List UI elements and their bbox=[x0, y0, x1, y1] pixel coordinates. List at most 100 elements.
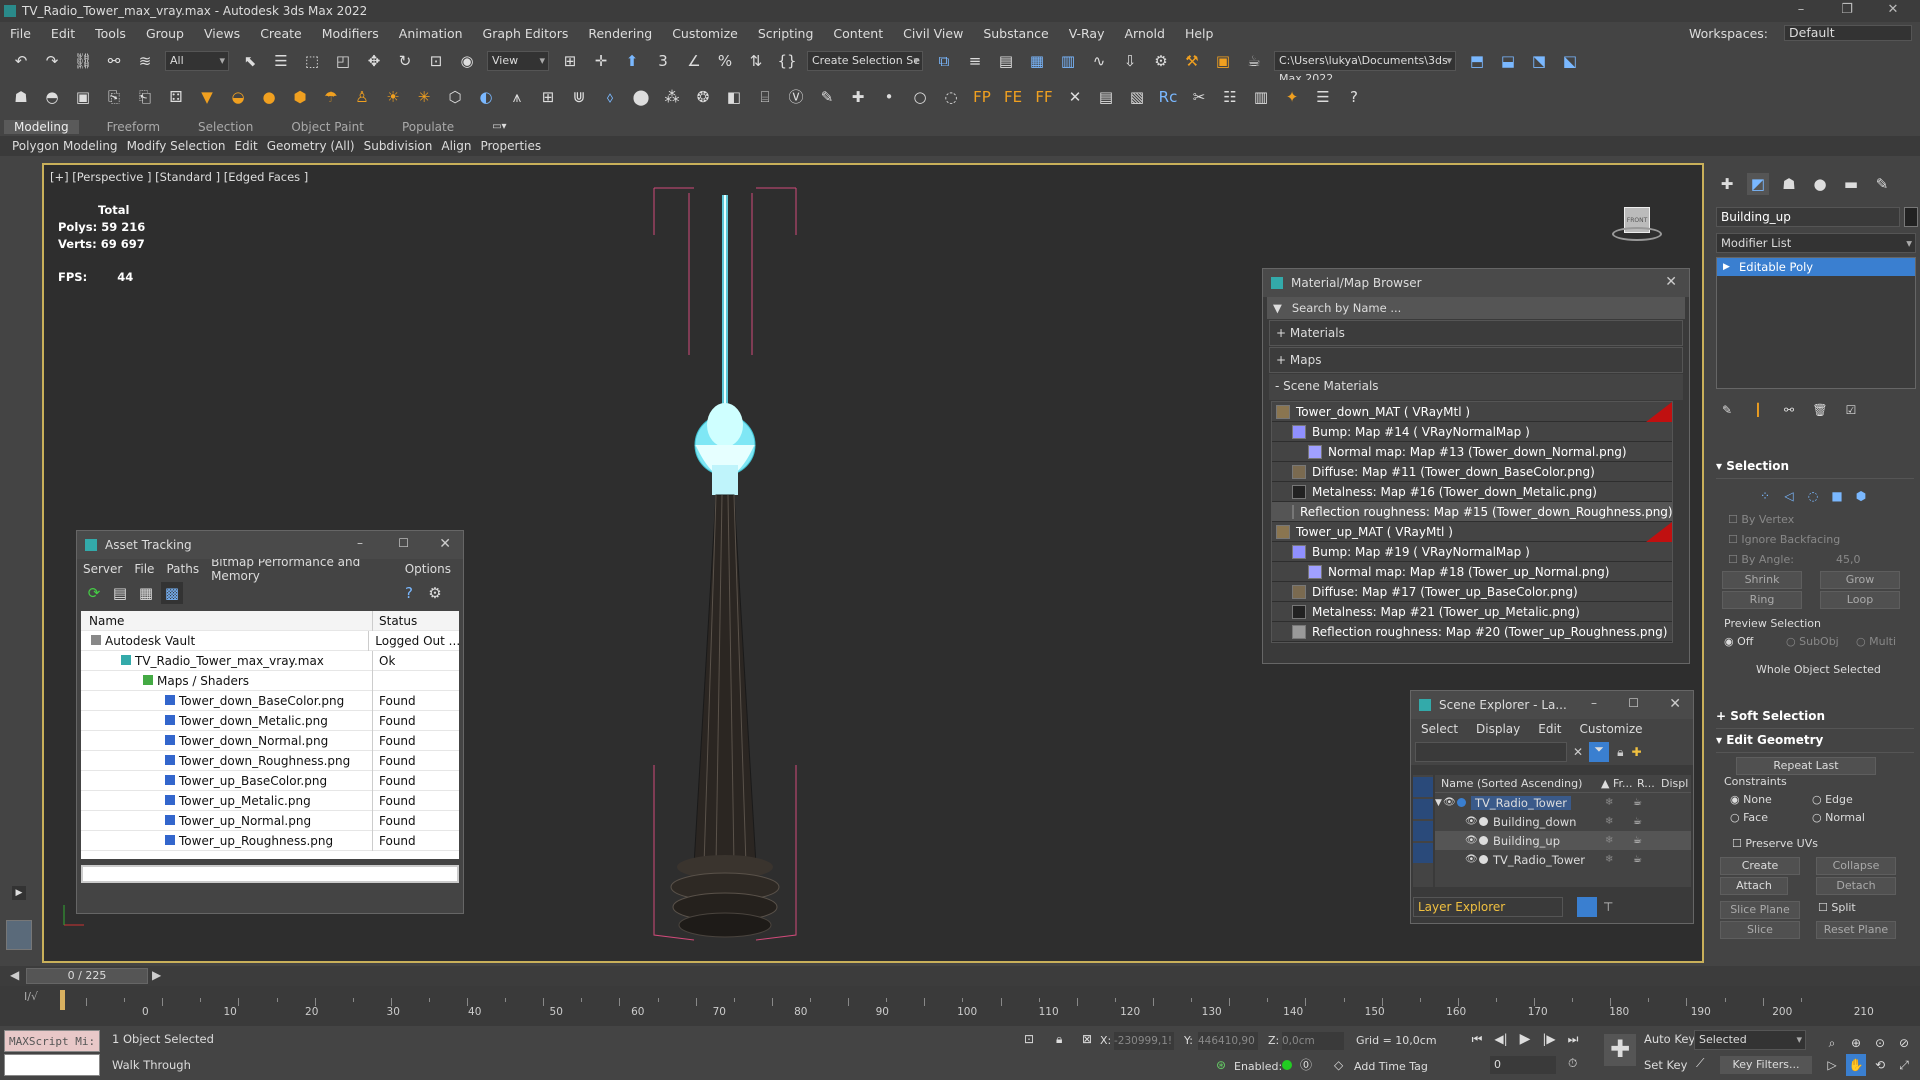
maximize-viewport-icon[interactable]: ⤢ bbox=[1894, 1054, 1914, 1076]
repeat-last-button[interactable]: Repeat Last bbox=[1736, 757, 1876, 775]
zoom-extents-all-icon[interactable]: ⊘ bbox=[1894, 1032, 1914, 1054]
rotate-icon[interactable]: ↻ bbox=[394, 50, 416, 72]
x-coordinate[interactable]: -230999,1! bbox=[1114, 1032, 1174, 1050]
ambient-light-icon[interactable]: ♙ bbox=[351, 86, 373, 108]
fov-icon[interactable]: ▷ bbox=[1822, 1054, 1842, 1076]
grass-icon[interactable]: ⋓ bbox=[568, 86, 590, 108]
ring-button[interactable]: Ring bbox=[1722, 591, 1802, 609]
display-cameras-icon[interactable] bbox=[1413, 843, 1433, 863]
vfb-icon[interactable]: ⎗ bbox=[134, 86, 156, 108]
table-view-icon[interactable]: ▦ bbox=[135, 582, 157, 604]
asset-path-field[interactable] bbox=[81, 865, 459, 883]
toolbar-extra-2-icon[interactable]: ⬓ bbox=[1497, 50, 1519, 72]
ribbon-tab-modeling[interactable]: Modeling bbox=[4, 119, 79, 134]
edge-level-icon[interactable]: ◁ bbox=[1778, 485, 1800, 507]
spark-icon[interactable]: ✦ bbox=[1281, 86, 1303, 108]
go-to-end-icon[interactable]: ⏭ bbox=[1562, 1028, 1584, 1050]
layer-explorer-dropdown[interactable]: Layer Explorer bbox=[1413, 897, 1563, 917]
expand-triangle-icon[interactable]: ▶ bbox=[1723, 258, 1730, 276]
scatter-icon[interactable]: ⌸ bbox=[754, 86, 776, 108]
keyboard-shortcut-icon[interactable]: ⬆ bbox=[621, 50, 643, 72]
col-status-header[interactable]: Status bbox=[373, 614, 417, 628]
proxy-icon[interactable]: ⬡ bbox=[444, 86, 466, 108]
add-time-tag[interactable]: Add Time Tag bbox=[1354, 1060, 1428, 1073]
enabled-indicator-icon[interactable] bbox=[1282, 1060, 1292, 1070]
scene-tree-row[interactable]: 👁︎ TV_Radio_Tower ❄ ☕ bbox=[1435, 850, 1691, 869]
unlink-icon[interactable]: ⚯ bbox=[103, 50, 125, 72]
se-menu-select[interactable]: Select bbox=[1421, 722, 1458, 736]
redo-icon[interactable]: ↷ bbox=[41, 50, 63, 72]
border-level-icon[interactable]: ◌ bbox=[1802, 485, 1824, 507]
configure-sets-icon[interactable]: ☑ bbox=[1840, 399, 1862, 421]
wrench-tool-icon[interactable]: ✂ bbox=[1188, 86, 1210, 108]
named-selection-dropdown[interactable]: Create Selection Se bbox=[807, 50, 923, 71]
vray-logo-icon[interactable]: Ⓥ bbox=[785, 86, 807, 108]
ribbon-panel-subdivision[interactable]: Subdivision bbox=[364, 139, 433, 153]
mb-close-icon[interactable]: ✕ bbox=[1665, 274, 1677, 290]
link-icon[interactable]: ⛓ bbox=[72, 50, 94, 72]
curve-editor-icon[interactable]: ∿ bbox=[1088, 50, 1110, 72]
hierarchy-tab-icon[interactable]: ☗ bbox=[1778, 173, 1800, 195]
menu-tools[interactable]: Tools bbox=[85, 26, 136, 41]
modifier-editable-poly[interactable]: ▶ Editable Poly bbox=[1717, 258, 1915, 276]
material-search-field[interactable]: ▼ Search by Name ... bbox=[1267, 297, 1685, 319]
asset-row[interactable]: Autodesk Vault Logged Out ... bbox=[81, 630, 459, 651]
help-question-icon[interactable]: ? bbox=[398, 582, 420, 604]
map-entry[interactable]: Bump: Map #14 ( VRayNormalMap ) bbox=[1272, 422, 1672, 442]
menu-views[interactable]: Views bbox=[194, 26, 250, 41]
material-entry[interactable]: Tower_up_MAT ( VRayMtl ) bbox=[1272, 522, 1672, 542]
se-menu-customize[interactable]: Customize bbox=[1580, 722, 1643, 736]
sky-icon[interactable]: ✳ bbox=[413, 86, 435, 108]
fp-icon[interactable]: FP bbox=[971, 86, 993, 108]
map-entry[interactable]: Normal map: Map #18 (Tower_up_Normal.png… bbox=[1272, 562, 1672, 582]
grid-object-icon[interactable]: ⊞ bbox=[537, 86, 559, 108]
asset-row[interactable]: Tower_down_Roughness.png Found bbox=[81, 750, 459, 771]
display-geometry-icon[interactable] bbox=[1413, 799, 1433, 819]
visibility-eye-icon[interactable]: 👁︎ bbox=[1465, 835, 1478, 846]
workspaces-dropdown[interactable]: Default bbox=[1784, 25, 1912, 41]
show-end-result-icon[interactable]: ┃ bbox=[1747, 399, 1769, 421]
decal-icon[interactable]: ⬨ bbox=[599, 86, 621, 108]
renderable-icon[interactable]: ☕ bbox=[1633, 835, 1642, 846]
key-tangent-icon[interactable]: ⟋ bbox=[1696, 1056, 1704, 1071]
map-entry[interactable]: Diffuse: Map #17 (Tower_up_BaseColor.png… bbox=[1272, 582, 1672, 602]
toolbar-extra-4-icon[interactable]: ⬕ bbox=[1559, 50, 1581, 72]
frame-counter[interactable]: 0 / 225 bbox=[26, 968, 148, 984]
preview-subobj-radio[interactable]: ○ SubObj bbox=[1786, 635, 1839, 648]
sphere-light-icon[interactable]: ● bbox=[258, 86, 280, 108]
display-lights-icon[interactable] bbox=[1413, 821, 1433, 841]
menu-file[interactable]: File bbox=[0, 26, 41, 41]
menu-create[interactable]: Create bbox=[250, 26, 312, 41]
ribbon-panel-polygon-modeling[interactable]: Polygon Modeling bbox=[12, 139, 118, 153]
at-menu-server[interactable]: Server bbox=[83, 562, 122, 576]
scene-tree-row[interactable]: 👁︎ Building_up ❄ ☕ bbox=[1435, 831, 1691, 850]
go-to-start-icon[interactable]: ⏮ bbox=[1466, 1028, 1488, 1050]
ribbon-tab-selection[interactable]: Selection bbox=[198, 120, 253, 134]
time-tag-icon[interactable]: ◇ bbox=[1334, 1058, 1343, 1072]
rendered-frame-icon[interactable]: ▣ bbox=[1212, 50, 1234, 72]
at-menu-options[interactable]: Options bbox=[405, 562, 451, 576]
ignore-backfacing-checkbox[interactable]: ☐ Ignore Backfacing bbox=[1728, 533, 1840, 546]
se-close-icon[interactable]: ✕ bbox=[1669, 696, 1681, 712]
ies-light-icon[interactable]: ☂ bbox=[320, 86, 342, 108]
freeze-icon[interactable]: ❄ bbox=[1605, 816, 1613, 827]
adaptive-degradation-icon[interactable]: ⊛ bbox=[1216, 1058, 1226, 1072]
ribbon-panel-edit[interactable]: Edit bbox=[234, 139, 257, 153]
fe-icon[interactable]: FE bbox=[1002, 86, 1024, 108]
se-menu-edit[interactable]: Edit bbox=[1538, 722, 1561, 736]
set-key-mode-icon[interactable]: ✚ bbox=[1604, 1034, 1636, 1066]
ribbon-options-icon[interactable]: ▭▾ bbox=[492, 121, 506, 132]
col-display[interactable]: Displ bbox=[1661, 777, 1688, 790]
scene-explorer-icon[interactable]: ▤ bbox=[995, 50, 1017, 72]
plus-tool-icon[interactable]: ✚ bbox=[847, 86, 869, 108]
menu-arnold[interactable]: Arnold bbox=[1115, 26, 1175, 41]
menu-civil-view[interactable]: Civil View bbox=[893, 26, 973, 41]
ribbon-tab-freeform[interactable]: Freeform bbox=[107, 120, 160, 134]
renderable-icon[interactable]: ☕ bbox=[1633, 797, 1642, 808]
edit-named-sets-icon[interactable]: {} bbox=[776, 50, 798, 72]
menu-v-ray[interactable]: V-Ray bbox=[1059, 26, 1115, 41]
track-bar[interactable]: I∕√ 0 10 20 30 40 50 60 70 80 90 100 110 120 130 140 15… bbox=[0, 986, 1920, 1026]
se-menu-display[interactable]: Display bbox=[1476, 722, 1520, 736]
menu-scripting[interactable]: Scripting bbox=[748, 26, 824, 41]
light-plane-icon[interactable]: ▼ bbox=[196, 86, 218, 108]
